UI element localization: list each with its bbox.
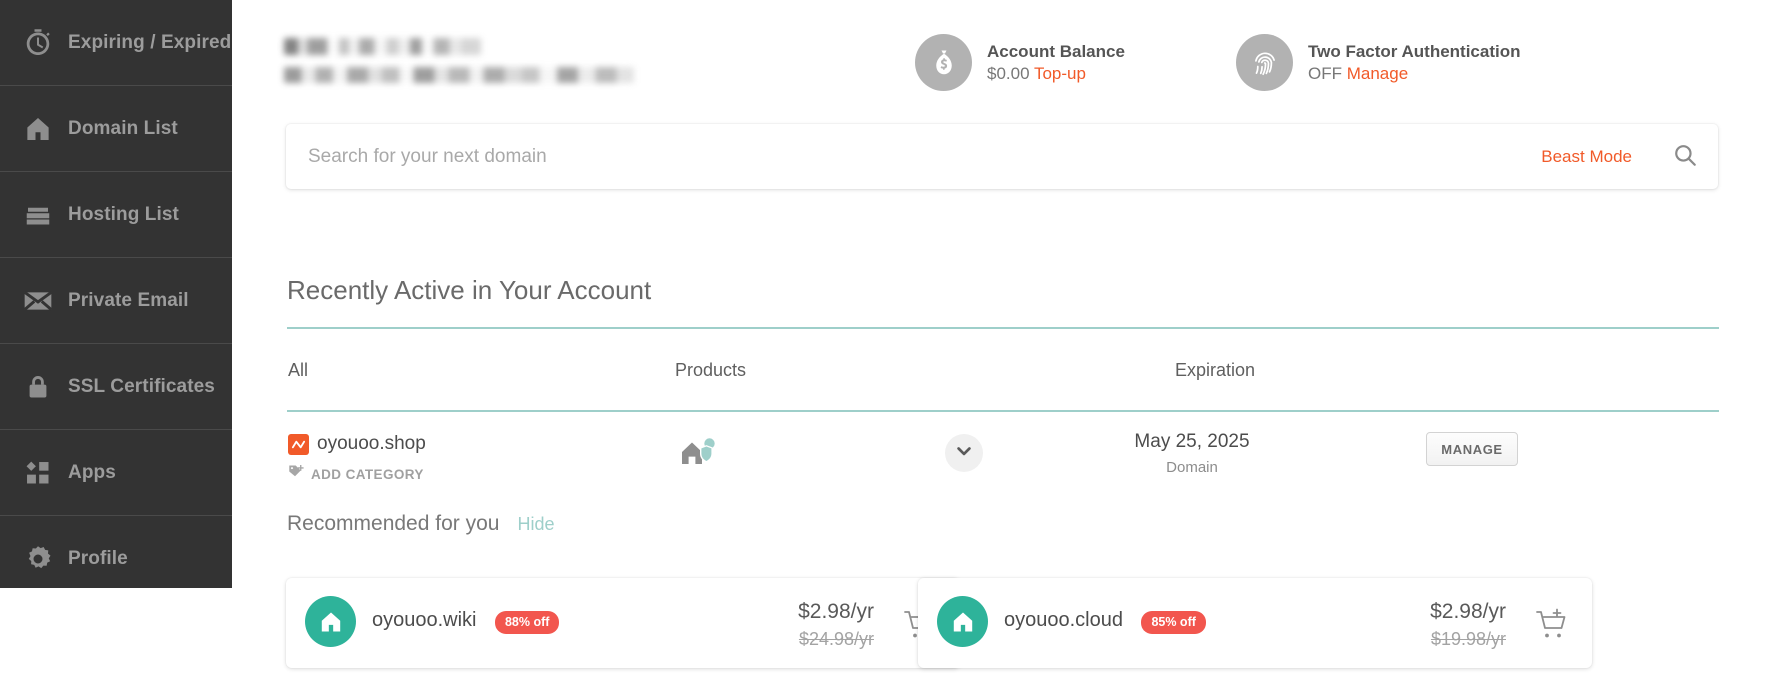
house-icon — [937, 596, 988, 647]
column-header-expiration[interactable]: Expiration — [1175, 360, 1255, 381]
two-factor-widget[interactable]: Two Factor Authentication OFF Manage — [1236, 34, 1521, 91]
sidebar-item-label: Private Email — [68, 289, 189, 311]
sidebar-item-label: Domain List — [68, 117, 178, 139]
price-original: $19.98/yr — [1430, 629, 1506, 649]
recommended-card[interactable]: oyouoo.wiki 88% off $2.98/yr $24.98/yr — [286, 578, 960, 668]
server-icon — [18, 195, 58, 235]
add-category-label: ADD CATEGORY — [311, 466, 424, 482]
domain-name: oyouoo.shop — [317, 433, 426, 454]
add-category-button[interactable]: ADD CATEGORY — [288, 464, 424, 484]
account-balance-text: Account Balance $0.00 Top-up — [987, 41, 1125, 85]
domain-search-bar: Beast Mode — [286, 124, 1718, 189]
chevron-down-icon — [954, 441, 974, 466]
fingerprint-icon — [1236, 34, 1293, 91]
money-bag-icon — [915, 34, 972, 91]
sidebar-item-label: Expiring / Expired — [68, 31, 232, 53]
sidebar-item-private-email[interactable]: Private Email — [0, 258, 232, 344]
stopwatch-icon — [18, 23, 58, 63]
greeting-redacted — [284, 38, 634, 83]
beast-mode-link[interactable]: Beast Mode — [1541, 147, 1632, 167]
expiration-cell: May 25, 2025 Domain — [1087, 431, 1297, 476]
recommended-title: Recommended for you — [287, 512, 500, 535]
house-icon — [305, 596, 356, 647]
expiration-date: May 25, 2025 — [1134, 431, 1250, 452]
envelope-icon — [18, 281, 58, 321]
row-expand-button[interactable] — [945, 434, 983, 472]
column-header-all[interactable]: All — [288, 360, 308, 381]
top-up-link[interactable]: Top-up — [1034, 64, 1086, 83]
account-header: Account Balance $0.00 Top-up Two Factor … — [232, 0, 1767, 118]
sidebar: Expiring / Expired Domain List Hosting L… — [0, 0, 232, 588]
tag-plus-icon — [288, 464, 305, 484]
add-to-cart-button[interactable] — [1530, 604, 1574, 646]
two-factor-title: Two Factor Authentication — [1308, 41, 1521, 61]
recommended-domain: oyouoo.wiki — [372, 609, 477, 632]
two-factor-manage-link[interactable]: Manage — [1347, 64, 1408, 83]
recommended-header: Recommended for you Hide — [287, 512, 554, 536]
apps-grid-icon — [18, 453, 58, 493]
sidebar-item-profile[interactable]: Profile — [0, 516, 232, 602]
recommended-card-left: oyouoo.cloud 85% off — [937, 596, 1206, 647]
two-factor-status: OFF — [1308, 63, 1342, 83]
expiration-type: Domain — [1166, 459, 1218, 476]
table-header-divider — [287, 410, 1719, 412]
recommended-price-block: $2.98/yr $19.98/yr — [1430, 600, 1506, 650]
sidebar-item-hosting-list[interactable]: Hosting List — [0, 172, 232, 258]
sidebar-item-label: SSL Certificates — [68, 375, 215, 397]
price-current: $2.98/yr — [798, 600, 874, 623]
dashboard-page: Expiring / Expired Domain List Hosting L… — [0, 0, 1767, 685]
balance-amount: $0.00 — [987, 63, 1030, 83]
sidebar-item-label: Profile — [68, 548, 128, 569]
recommended-domain: oyouoo.cloud — [1004, 609, 1123, 632]
account-balance-title: Account Balance — [987, 41, 1125, 61]
sidebar-item-expiring-expired[interactable]: Expiring / Expired — [0, 0, 232, 86]
greeting-line-1 — [284, 38, 481, 55]
recently-active-title: Recently Active in Your Account — [287, 275, 652, 305]
recommended-domain-wrap: oyouoo.wiki 88% off — [372, 609, 560, 634]
search-input[interactable] — [286, 145, 1542, 168]
products-cell[interactable] — [680, 436, 718, 473]
table-row: oyouoo.shop ADD CATEGORY May 25, 2025 Do… — [232, 418, 1767, 496]
sidebar-item-domain-list[interactable]: Domain List — [0, 86, 232, 172]
two-factor-text: Two Factor Authentication OFF Manage — [1308, 41, 1521, 85]
price-current: $2.98/yr — [1430, 600, 1506, 623]
house-icon — [18, 109, 58, 149]
sidebar-item-apps[interactable]: Apps — [0, 430, 232, 516]
cart-plus-icon — [1535, 608, 1569, 643]
column-header-products[interactable]: Products — [675, 360, 746, 381]
account-balance-value: $0.00 Top-up — [987, 63, 1125, 85]
gear-icon — [18, 539, 58, 579]
main-content: Account Balance $0.00 Top-up Two Factor … — [232, 0, 1767, 685]
account-balance-widget[interactable]: Account Balance $0.00 Top-up — [915, 34, 1125, 91]
recommended-card[interactable]: oyouoo.cloud 85% off $2.98/yr $19.98/yr — [918, 578, 1592, 668]
hosting-shield-icon — [680, 438, 718, 472]
discount-badge: 85% off — [1141, 610, 1206, 634]
greeting-line-2 — [284, 67, 634, 83]
two-factor-value: OFF Manage — [1308, 63, 1521, 85]
recommended-domain-wrap: oyouoo.cloud 85% off — [1004, 609, 1206, 634]
manage-button[interactable]: MANAGE — [1426, 432, 1518, 466]
discount-badge: 88% off — [494, 610, 560, 634]
recommended-hide-link[interactable]: Hide — [517, 514, 554, 535]
recommended-price-block: $2.98/yr $24.98/yr — [798, 600, 874, 650]
search-icon — [1672, 142, 1698, 171]
recommended-card-left: oyouoo.wiki 88% off — [305, 596, 560, 647]
section-divider-top — [287, 327, 1719, 329]
domain-name-cell[interactable]: oyouoo.shop — [288, 433, 426, 455]
search-button[interactable] — [1658, 130, 1712, 184]
price-original: $24.98/yr — [798, 629, 874, 649]
sidebar-item-label: Apps — [68, 461, 116, 483]
sidebar-item-label: Hosting List — [68, 203, 179, 225]
lock-icon — [18, 367, 58, 407]
sidebar-item-ssl-certificates[interactable]: SSL Certificates — [0, 344, 232, 430]
domain-status-icon — [288, 433, 309, 455]
